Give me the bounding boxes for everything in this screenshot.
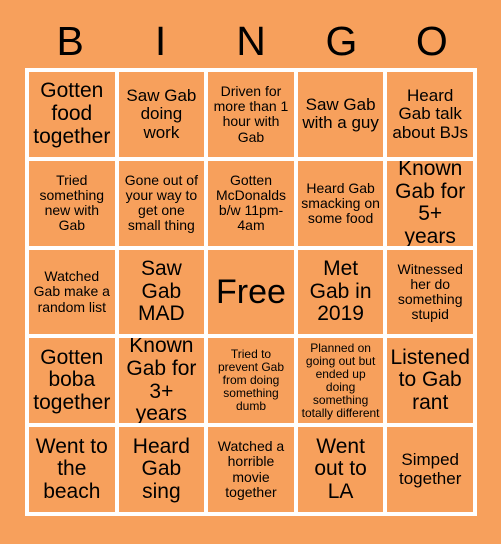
bingo-cell[interactable]: Went out to LA bbox=[297, 427, 384, 512]
bingo-cell[interactable]: Planned on going out but ended up doing … bbox=[297, 338, 384, 424]
bingo-cell-text: Gotten boba together bbox=[33, 345, 111, 415]
bingo-cell[interactable]: Driven for more than 1 hour with Gab bbox=[208, 72, 294, 157]
bingo-cell-text: Went to the beach bbox=[35, 434, 108, 503]
bingo-cell-text: Tried something new with Gab bbox=[39, 171, 105, 234]
bingo-cell[interactable]: Witnessed her do something stupid bbox=[387, 249, 473, 335]
bingo-cell[interactable]: Tried to prevent Gab from doing somethin… bbox=[208, 338, 294, 424]
bingo-cell-text: Gotten McDonalds b/w 11pm-4am bbox=[215, 171, 286, 234]
bingo-cell[interactable]: Went to the beach bbox=[29, 427, 115, 512]
bingo-cell[interactable]: Heard Gab smacking on some food bbox=[297, 160, 384, 246]
bingo-cell-text: Planned on going out but ended up doing … bbox=[301, 340, 380, 420]
bingo-cell-text: Heard Gab sing bbox=[132, 434, 190, 503]
header-letter-b: B bbox=[56, 17, 84, 64]
bingo-cell-text: Heard Gab smacking on some food bbox=[301, 179, 380, 226]
bingo-cell-text: Known Gab for 5+ years bbox=[395, 160, 466, 246]
bingo-card: B I N G O Gotten food together Saw Gab d… bbox=[0, 0, 501, 544]
bingo-cell-text: Saw Gab with a guy bbox=[302, 95, 379, 133]
bingo-cell-text: Driven for more than 1 hour with Gab bbox=[213, 83, 289, 145]
bingo-cell[interactable]: Heard Gab talk about BJs bbox=[387, 72, 473, 157]
header-letter-n: N bbox=[236, 17, 266, 64]
bingo-cell-text: Saw Gab doing work bbox=[126, 85, 197, 142]
bingo-cell[interactable]: Known Gab for 5+ years bbox=[387, 160, 473, 246]
bingo-cell-text: Listened to Gab rant bbox=[390, 345, 470, 415]
bingo-cell-text: Went out to LA bbox=[314, 434, 367, 503]
bingo-cell[interactable]: Tried something new with Gab bbox=[29, 160, 115, 246]
bingo-cell[interactable]: Known Gab for 3+ years bbox=[118, 338, 205, 424]
bingo-cell[interactable]: Watched Gab make a random list bbox=[29, 249, 115, 335]
bingo-cell-text: Met Gab in 2019 bbox=[309, 256, 372, 326]
bingo-cell[interactable]: Saw Gab MAD bbox=[118, 249, 205, 335]
bingo-cell[interactable]: Heard Gab sing bbox=[118, 427, 205, 512]
bingo-cell-text: Known Gab for 3+ years bbox=[126, 338, 197, 424]
bingo-cell-text: Heard Gab talk about BJs bbox=[392, 85, 468, 142]
bingo-cell-text: Gone out of your way to get one small th… bbox=[124, 171, 198, 234]
bingo-cell-text: Witnessed her do something stupid bbox=[397, 260, 463, 323]
bingo-cell-text: Free bbox=[216, 272, 286, 311]
bingo-cell[interactable]: Simped together bbox=[387, 427, 473, 512]
bingo-cell[interactable]: Watched a horrible movie together bbox=[208, 427, 294, 512]
bingo-cell-text: Watched Gab make a random list bbox=[33, 268, 110, 315]
bingo-cell[interactable]: Gotten boba together bbox=[29, 338, 115, 424]
bingo-cell-text: Simped together bbox=[398, 450, 462, 488]
bingo-cell[interactable]: Gotten food together bbox=[29, 72, 115, 157]
bingo-cell-text: Watched a horrible movie together bbox=[217, 438, 285, 500]
bingo-cell-free[interactable]: Free bbox=[208, 249, 294, 335]
bingo-cell[interactable]: Listened to Gab rant bbox=[387, 338, 473, 424]
bingo-cell[interactable]: Gone out of your way to get one small th… bbox=[118, 160, 205, 246]
bingo-cell[interactable]: Gotten McDonalds b/w 11pm-4am bbox=[208, 160, 294, 246]
bingo-cell-text: Gotten food together bbox=[33, 79, 111, 148]
bingo-cell-text: Tried to prevent Gab from doing somethin… bbox=[217, 347, 285, 414]
bingo-cell[interactable]: Saw Gab with a guy bbox=[297, 72, 384, 157]
header-letter-o: O bbox=[415, 17, 448, 64]
bingo-cell[interactable]: Saw Gab doing work bbox=[118, 72, 205, 157]
header-letter-g: G bbox=[325, 17, 358, 64]
header-letter-i: I bbox=[154, 17, 167, 64]
bingo-header: B I N G O bbox=[25, 14, 477, 68]
bingo-grid: Gotten food together Saw Gab doing work … bbox=[25, 68, 477, 516]
bingo-cell[interactable]: Met Gab in 2019 bbox=[297, 249, 384, 335]
bingo-cell-text: Saw Gab MAD bbox=[138, 256, 185, 326]
